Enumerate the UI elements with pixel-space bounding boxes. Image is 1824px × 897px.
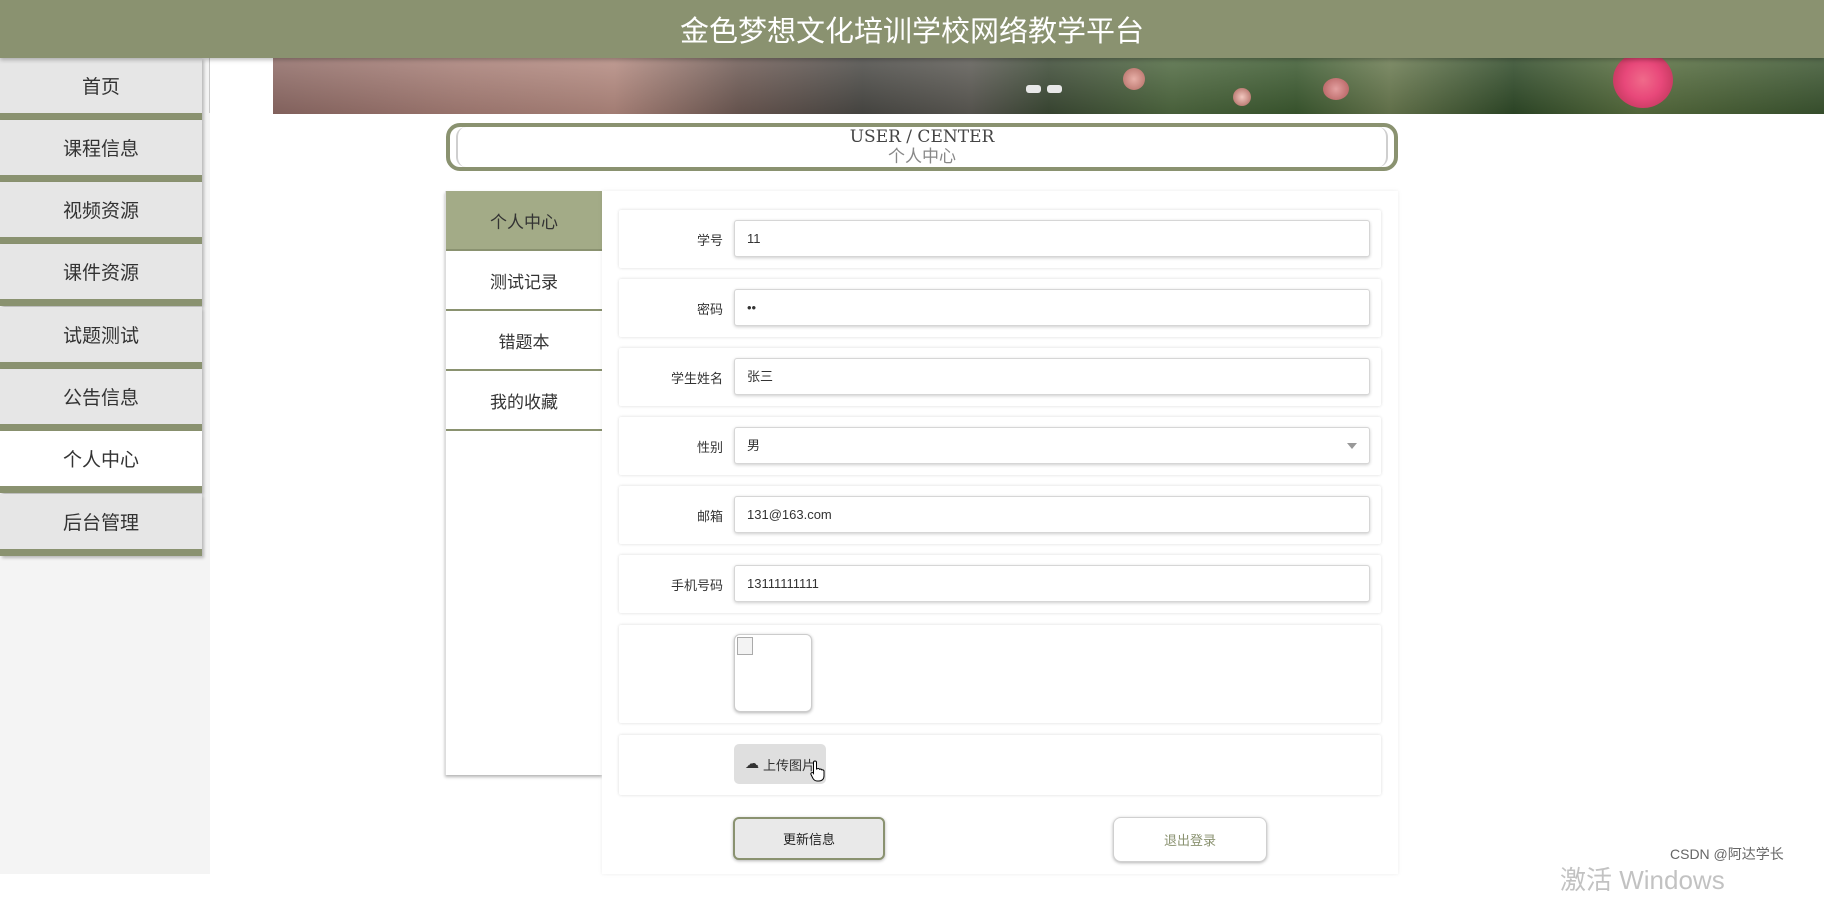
user-center-title-en: USER / CENTER [849, 127, 995, 147]
site-title: 金色梦想文化培训学校网络教学平台 [679, 14, 1144, 48]
user-center-header: USER / CENTER 个人中心 [446, 123, 1398, 171]
carousel-dot[interactable] [1026, 85, 1041, 93]
upload-label: 上传图片 [762, 758, 815, 774]
tab-user-center[interactable]: 个人中心 [446, 191, 602, 251]
nav-divider [209, 58, 210, 113]
form-row-upload: ☁ 上传图片 [619, 735, 1381, 795]
tab-favorites[interactable]: 我的收藏 [446, 371, 602, 431]
tab-wrong-questions[interactable]: 错题本 [446, 311, 602, 371]
nav-item-user-center[interactable]: 个人中心 [0, 431, 202, 493]
windows-activation-overlay: 激活 Windows [1560, 865, 1725, 895]
form-row-phone: 手机号码 13111111111 [619, 555, 1381, 613]
nav-item-admin[interactable]: 后台管理 [0, 494, 202, 556]
banner-flower [1233, 88, 1251, 106]
form-row-email: 邮箱 131@163.com [619, 486, 1381, 544]
avatar [734, 634, 812, 712]
nav-item-notices[interactable]: 公告信息 [0, 369, 202, 431]
email-input[interactable]: 131@163.com [734, 496, 1370, 533]
form-row-gender: 性别 男 [619, 417, 1381, 475]
nav-item-home[interactable]: 首页 [0, 58, 202, 120]
gender-value: 男 [747, 438, 761, 453]
form-row-avatar [619, 625, 1381, 723]
banner-carousel [273, 58, 1824, 114]
nav-item-courseware[interactable]: 课件资源 [0, 244, 202, 306]
update-info-button[interactable]: 更新信息 [733, 817, 885, 860]
nav-item-tests[interactable]: 试题测试 [0, 307, 202, 369]
banner-flower [1323, 78, 1349, 100]
form-row-password: 密码 •• [619, 279, 1381, 337]
banner-flower [1123, 68, 1145, 90]
student-id-label: 学号 [696, 234, 723, 249]
chevron-down-icon [1347, 443, 1357, 449]
left-nav: 首页 课程信息 视频资源 课件资源 试题测试 公告信息 个人中心 后台管理 [0, 58, 210, 874]
gender-select[interactable]: 男 [734, 427, 1370, 464]
nav-item-videos[interactable]: 视频资源 [0, 182, 202, 244]
student-name-input[interactable]: 张三 [734, 358, 1370, 395]
user-center-title-cn: 个人中心 [888, 147, 956, 167]
email-label: 邮箱 [696, 510, 723, 525]
student-id-input[interactable]: 11 [734, 220, 1370, 257]
gender-label: 性别 [696, 441, 723, 456]
tab-test-records[interactable]: 测试记录 [446, 251, 602, 311]
nav-item-courses[interactable]: 课程信息 [0, 120, 202, 182]
phone-label: 手机号码 [670, 579, 723, 594]
cloud-upload-icon: ☁ [744, 756, 759, 772]
student-name-label: 学生姓名 [670, 372, 723, 387]
password-input[interactable]: •• [734, 289, 1370, 326]
form-row-student-id: 学号 11 [619, 210, 1381, 268]
form-row-student-name: 学生姓名 张三 [619, 348, 1381, 406]
profile-form: 学号 11 密码 •• 学生姓名 张三 性别 男 邮箱 131@163.com … [602, 191, 1398, 874]
user-side-tabs: 个人中心 测试记录 错题本 我的收藏 [445, 191, 602, 775]
logout-button[interactable]: 退出登录 [1113, 817, 1267, 862]
csdn-watermark: CSDN @阿达学长 [1670, 846, 1784, 862]
broken-image-icon [737, 637, 753, 655]
carousel-dot[interactable] [1047, 85, 1062, 93]
phone-input[interactable]: 13111111111 [734, 565, 1370, 602]
top-header: 金色梦想文化培训学校网络教学平台 [0, 0, 1824, 58]
password-label: 密码 [696, 303, 723, 318]
hand-cursor-icon [810, 760, 825, 782]
